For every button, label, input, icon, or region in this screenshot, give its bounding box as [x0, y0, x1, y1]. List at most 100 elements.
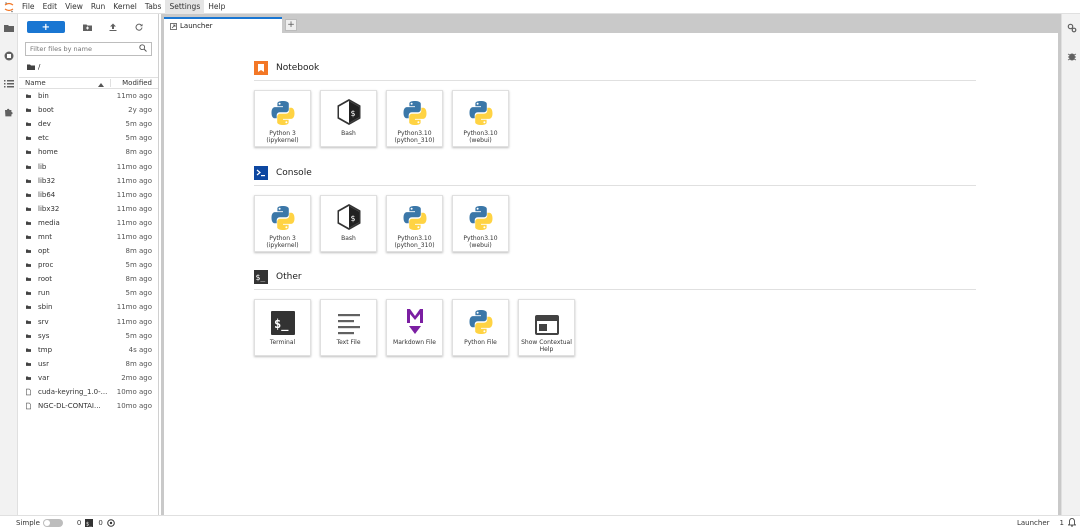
- file-list-item[interactable]: home 8m ago: [19, 145, 158, 159]
- section-title: Console: [276, 168, 312, 178]
- file-list-item[interactable]: run 5m ago: [19, 286, 158, 300]
- menu-view[interactable]: View: [61, 0, 87, 14]
- modified-column-header[interactable]: Modified: [110, 79, 158, 87]
- menu-run[interactable]: Run: [87, 0, 109, 14]
- running-kernels-icon[interactable]: [0, 42, 18, 70]
- launcher-card[interactable]: Python3.10 (python_310): [386, 90, 443, 147]
- python-icon: [255, 196, 310, 231]
- launcher-card[interactable]: $ Bash: [320, 195, 377, 252]
- file-list-item[interactable]: dev 5m ago: [19, 117, 158, 131]
- current-activity-status: Launcher 1: [1017, 518, 1076, 527]
- file-list-item[interactable]: opt 8m ago: [19, 244, 158, 258]
- file-list-item[interactable]: lib 11mo ago: [19, 159, 158, 173]
- menu-edit[interactable]: Edit: [39, 0, 62, 14]
- breadcrumb-path[interactable]: /: [38, 63, 40, 71]
- kernel-status[interactable]: 0 $_: [77, 518, 94, 527]
- root-folder-icon[interactable]: [27, 64, 35, 70]
- file-list-item[interactable]: proc 5m ago: [19, 258, 158, 272]
- file-modified: 2mo ago: [121, 373, 152, 382]
- launcher-card[interactable]: Python 3 (ipykernel): [254, 90, 311, 147]
- file-list-item[interactable]: etc 5m ago: [19, 131, 158, 145]
- menu-bar: File Edit View Run Kernel Tabs Settings Help: [0, 0, 1080, 14]
- menu-help[interactable]: Help: [204, 0, 229, 14]
- file-modified: 8m ago: [125, 247, 152, 256]
- launcher-card-label: Terminal: [269, 339, 296, 346]
- simple-mode-toggle[interactable]: [42, 518, 63, 527]
- card-grid: Python 3 (ipykernel) $ Bash Python3.10 (pyt…: [254, 90, 976, 147]
- jupyter-logo-icon: [0, 0, 18, 14]
- terminal-status[interactable]: 0: [98, 519, 115, 527]
- file-modified: 2y ago: [128, 106, 152, 115]
- file-list-item[interactable]: boot 2y ago: [19, 103, 158, 117]
- launcher-card[interactable]: Python File: [452, 299, 509, 356]
- launcher-card[interactable]: Python3.10 (webui): [452, 90, 509, 147]
- file-modified: 5m ago: [125, 134, 152, 143]
- file-list-item[interactable]: sys 5m ago: [19, 329, 158, 343]
- svg-text:$_: $_: [274, 317, 289, 332]
- launcher-panel: Notebook Python 3 (ipykernel) $ Bash Python…: [164, 33, 1058, 515]
- file-list-item[interactable]: libx32 11mo ago: [19, 202, 158, 216]
- launcher-card[interactable]: Markdown File: [386, 299, 443, 356]
- file-modified: 8m ago: [125, 275, 152, 284]
- add-tab-button[interactable]: +: [285, 19, 297, 31]
- file-name: libx32: [38, 204, 60, 213]
- launcher-card[interactable]: Python3.10 (python_310): [386, 195, 443, 252]
- refresh-icon[interactable]: [126, 20, 152, 34]
- file-list-item[interactable]: lib32 11mo ago: [19, 174, 158, 188]
- property-inspector-icon[interactable]: [1062, 14, 1080, 42]
- file-list-item[interactable]: media 11mo ago: [19, 216, 158, 230]
- tab-launcher[interactable]: Launcher: [164, 17, 282, 33]
- file-list-item[interactable]: srv 11mo ago: [19, 315, 158, 329]
- card-grid: Python 3 (ipykernel) $ Bash Python3.10 (pyt…: [254, 195, 976, 252]
- file-list-item[interactable]: NGC-DL-CONTAI... 10mo ago: [19, 399, 158, 413]
- file-list-item[interactable]: root 8m ago: [19, 272, 158, 286]
- file-list-item[interactable]: var 2mo ago: [19, 371, 158, 385]
- launcher-card[interactable]: Show Contextual Help: [518, 299, 575, 356]
- file-list-item[interactable]: tmp 4s ago: [19, 343, 158, 357]
- launcher-card[interactable]: $ Bash: [320, 90, 377, 147]
- upload-icon[interactable]: [100, 20, 126, 34]
- launcher-card[interactable]: Python3.10 (webui): [452, 195, 509, 252]
- folder-icon: [19, 304, 31, 310]
- file-list-item[interactable]: bin 11mo ago: [19, 89, 158, 103]
- debugger-icon[interactable]: [1062, 42, 1080, 70]
- file-modified: 5m ago: [125, 261, 152, 270]
- menu-settings[interactable]: Settings: [165, 0, 205, 14]
- main-dock-area: Launcher + Notebook Python 3 (ipykernel)…: [161, 14, 1061, 515]
- file-list-item[interactable]: lib64 11mo ago: [19, 188, 158, 202]
- folder-icon: [19, 262, 31, 268]
- file-icon: [19, 402, 31, 410]
- other-section-icon: $_: [254, 270, 268, 284]
- svg-text:$_: $_: [256, 273, 266, 282]
- menu-file[interactable]: File: [18, 0, 39, 14]
- new-launcher-button[interactable]: +: [27, 21, 65, 33]
- folder-icon: [19, 234, 31, 240]
- file-list-item[interactable]: usr 8m ago: [19, 357, 158, 371]
- folder-icon[interactable]: [0, 14, 18, 42]
- launcher-card[interactable]: $_ Terminal: [254, 299, 311, 356]
- launcher-card[interactable]: Text File: [320, 299, 377, 356]
- extensions-icon[interactable]: [0, 98, 18, 126]
- python-icon: [453, 91, 508, 126]
- section-header: Console: [254, 166, 976, 186]
- file-list-item[interactable]: cuda-keyring_1.0-... 10mo ago: [19, 385, 158, 399]
- file-list-item[interactable]: mnt 11mo ago: [19, 230, 158, 244]
- notification-bell-icon[interactable]: [1068, 518, 1076, 527]
- table-of-contents-icon[interactable]: [0, 70, 18, 98]
- menu-tabs[interactable]: Tabs: [141, 0, 166, 14]
- folder-icon: [19, 319, 31, 325]
- launcher-card[interactable]: Python 3 (ipykernel): [254, 195, 311, 252]
- menu-kernel[interactable]: Kernel: [109, 0, 141, 14]
- launcher-tab-icon: [170, 22, 177, 30]
- file-name: cuda-keyring_1.0-...: [38, 388, 108, 397]
- file-modified: 11mo ago: [116, 176, 152, 185]
- python-icon: [453, 196, 508, 231]
- file-name: var: [38, 373, 50, 382]
- file-name: bin: [38, 92, 49, 101]
- filter-files-input[interactable]: [30, 45, 130, 53]
- file-list-header: Name Modified: [19, 77, 158, 89]
- file-name: boot: [38, 106, 54, 115]
- new-folder-icon[interactable]: [75, 20, 101, 34]
- name-column-header[interactable]: Name: [19, 79, 110, 87]
- file-list-item[interactable]: sbin 11mo ago: [19, 300, 158, 314]
